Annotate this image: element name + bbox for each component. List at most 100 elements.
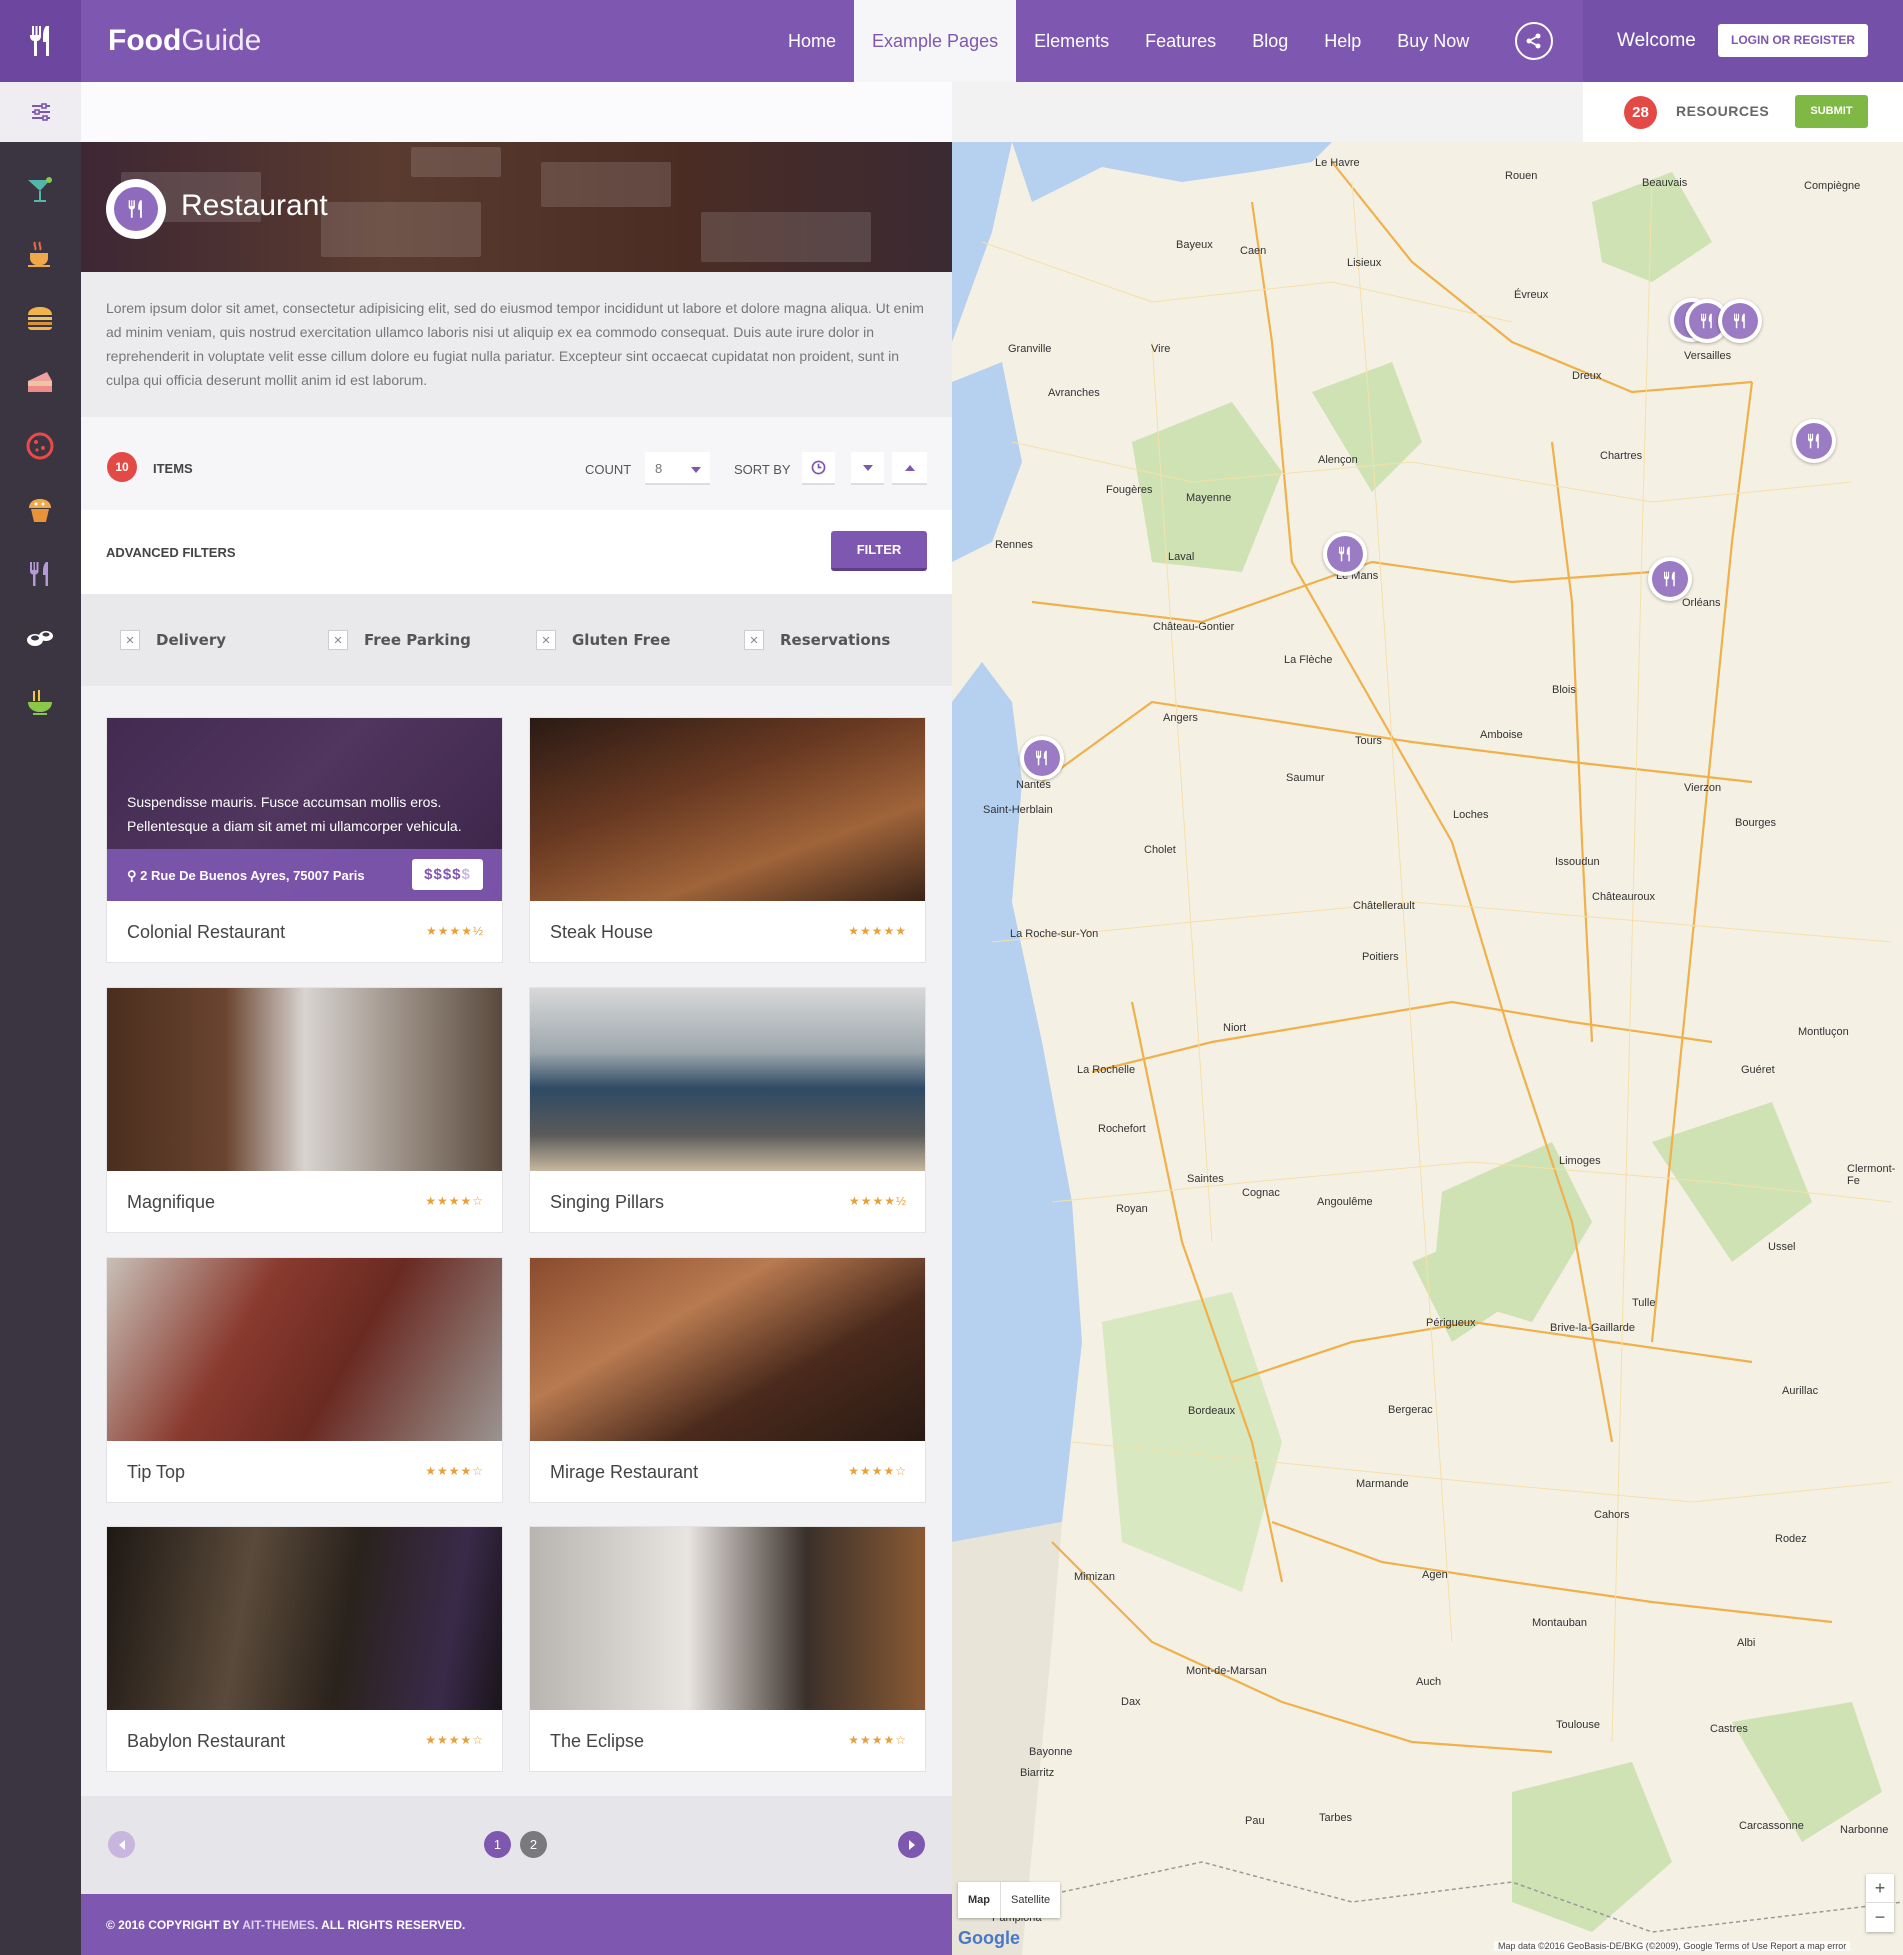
nav-buy-now[interactable]: Buy Now	[1379, 0, 1487, 82]
burger-icon	[28, 307, 52, 330]
caret-up-icon	[904, 464, 915, 471]
sidebar-item-muffins[interactable]	[20, 490, 60, 530]
restaurant-name[interactable]: The Eclipse	[550, 1731, 644, 1752]
restaurant-icon	[1701, 313, 1712, 329]
checkbox-x-icon[interactable]: ✕	[536, 630, 556, 650]
brand-name[interactable]: Food Guide	[108, 0, 261, 82]
restaurant-name[interactable]: Magnifique	[127, 1192, 215, 1213]
restaurant-card[interactable]: Babylon Restaurant ★★★★☆	[106, 1526, 503, 1772]
nav-elements[interactable]: Elements	[1016, 0, 1127, 82]
restaurant-photo: Suspendisse mauris. Fusce accumsan molli…	[107, 718, 502, 901]
map-city-label: Laval	[1168, 551, 1195, 563]
login-register-button[interactable]: LOGIN OR REGISTER	[1718, 24, 1868, 57]
rating-stars: ★★★★½	[848, 1194, 907, 1208]
restaurant-name[interactable]: Singing Pillars	[550, 1192, 664, 1213]
zoom-control: + −	[1866, 1874, 1894, 1932]
nav-help[interactable]: Help	[1306, 0, 1379, 82]
restaurant-icon	[1808, 433, 1819, 449]
map-city-label: Pau	[1245, 1815, 1265, 1827]
map-view[interactable]: Le Havre Rouen Beauvais Compiègne Caen B…	[952, 142, 1903, 1955]
map-city-label: Angoulême	[1317, 1196, 1373, 1208]
restaurant-card[interactable]: Steak House ★★★★★	[529, 717, 926, 963]
brand-bold: Food	[108, 24, 182, 57]
map-type-map-button[interactable]: Map	[958, 1882, 1000, 1918]
sidebar-item-burgers[interactable]	[20, 298, 60, 338]
next-page-button[interactable]	[898, 1831, 925, 1858]
filter-free-parking[interactable]: ✕ Free Parking	[328, 630, 471, 650]
map-city-label: Dax	[1121, 1696, 1141, 1708]
map-city-label: Châteauroux	[1592, 891, 1655, 903]
filter-delivery[interactable]: ✕ Delivery	[120, 630, 226, 650]
map-city-label: Saumur	[1286, 772, 1325, 784]
map-city-label: Dreux	[1572, 370, 1602, 382]
map-marker[interactable]	[1323, 532, 1367, 576]
sidebar-item-coffee[interactable]	[20, 234, 60, 274]
map-marker[interactable]	[1718, 299, 1762, 343]
restaurant-card[interactable]: Mirage Restaurant ★★★★☆	[529, 1257, 926, 1503]
sidebar-item-sushi[interactable]	[20, 618, 60, 658]
restaurant-card[interactable]: The Eclipse ★★★★☆	[529, 1526, 926, 1772]
zoom-in-button[interactable]: +	[1866, 1874, 1894, 1903]
filter-gluten-free[interactable]: ✕ Gluten Free	[536, 630, 670, 650]
sidebar-item-cakes[interactable]	[20, 362, 60, 402]
restaurant-photo	[530, 1258, 925, 1441]
sidebar-item-noodles[interactable]	[20, 682, 60, 722]
filter-label: Delivery	[156, 631, 227, 649]
sidebar-item-cocktails[interactable]	[20, 170, 60, 210]
map-attribution[interactable]: Map data ©2016 GeoBasis-DE/BKG (©2009), …	[1494, 1941, 1851, 1951]
logo[interactable]	[0, 0, 81, 82]
pizza-icon	[26, 432, 54, 460]
restaurant-name[interactable]: Steak House	[550, 922, 653, 943]
category-title: Restaurant	[181, 189, 328, 222]
submit-button[interactable]: SUBMIT	[1795, 95, 1868, 128]
map-city-label: Mimizan	[1074, 1571, 1115, 1583]
map-city-label: Guéret	[1741, 1064, 1775, 1076]
sidebar-item-pizza[interactable]	[20, 426, 60, 466]
muffin-icon	[29, 499, 51, 522]
map-marker[interactable]	[1792, 419, 1836, 463]
prev-page-button[interactable]	[108, 1831, 135, 1858]
restaurant-name[interactable]: Colonial Restaurant	[127, 922, 285, 943]
nav-features[interactable]: Features	[1127, 0, 1234, 82]
restaurant-card[interactable]: Singing Pillars ★★★★½	[529, 987, 926, 1233]
sidebar-item-restaurants[interactable]	[20, 554, 60, 594]
page-2-button[interactable]: 2	[520, 1831, 547, 1858]
map-city-label: Angers	[1163, 712, 1198, 724]
checkbox-x-icon[interactable]: ✕	[744, 630, 764, 650]
nav-example-pages[interactable]: Example Pages	[854, 0, 1017, 82]
cake-icon	[28, 372, 52, 392]
map-type-satellite-button[interactable]: Satellite	[1000, 1882, 1060, 1918]
map-city-label: La Flèche	[1284, 654, 1333, 666]
restaurant-name[interactable]: Tip Top	[127, 1462, 185, 1483]
nav-home[interactable]: Home	[770, 0, 854, 82]
restaurant-card[interactable]: Suspendisse mauris. Fusce accumsan molli…	[106, 717, 503, 963]
map-city-label: Cholet	[1144, 844, 1176, 856]
restaurant-icon	[1339, 546, 1350, 562]
sort-by-date-button[interactable]	[802, 452, 835, 485]
nav-blog[interactable]: Blog	[1234, 0, 1306, 82]
sort-ascending-button[interactable]	[892, 452, 927, 485]
share-button[interactable]	[1515, 22, 1553, 60]
map-city-label: Chartres	[1600, 450, 1643, 462]
map-marker[interactable]	[1648, 557, 1692, 601]
map-marker[interactable]	[1020, 736, 1064, 780]
filter-reservations[interactable]: ✕ Reservations	[744, 630, 890, 650]
map-city-label: Montauban	[1532, 1617, 1588, 1629]
sort-descending-button[interactable]	[851, 452, 884, 485]
restaurant-card[interactable]: Tip Top ★★★★☆	[106, 1257, 503, 1503]
restaurant-name[interactable]: Babylon Restaurant	[127, 1731, 285, 1752]
ait-themes-link[interactable]: AIT-THEMES	[242, 1918, 315, 1932]
checkbox-x-icon[interactable]: ✕	[120, 630, 140, 650]
sidebar-toggle[interactable]	[0, 82, 81, 142]
zoom-out-button[interactable]: −	[1866, 1903, 1894, 1932]
count-select[interactable]: 8	[645, 452, 710, 485]
restaurant-card[interactable]: Magnifique ★★★★☆	[106, 987, 503, 1233]
filter-label: Reservations	[780, 631, 891, 649]
page-1-button[interactable]: 1	[484, 1831, 511, 1858]
checkbox-x-icon[interactable]: ✕	[328, 630, 348, 650]
filter-button[interactable]: FILTER	[831, 531, 927, 571]
map-city-label: Poitiers	[1362, 951, 1399, 963]
resources-label[interactable]: RESOURCES	[1676, 103, 1769, 119]
map-city-label: Mayenne	[1186, 492, 1232, 504]
restaurant-name[interactable]: Mirage Restaurant	[550, 1462, 698, 1483]
